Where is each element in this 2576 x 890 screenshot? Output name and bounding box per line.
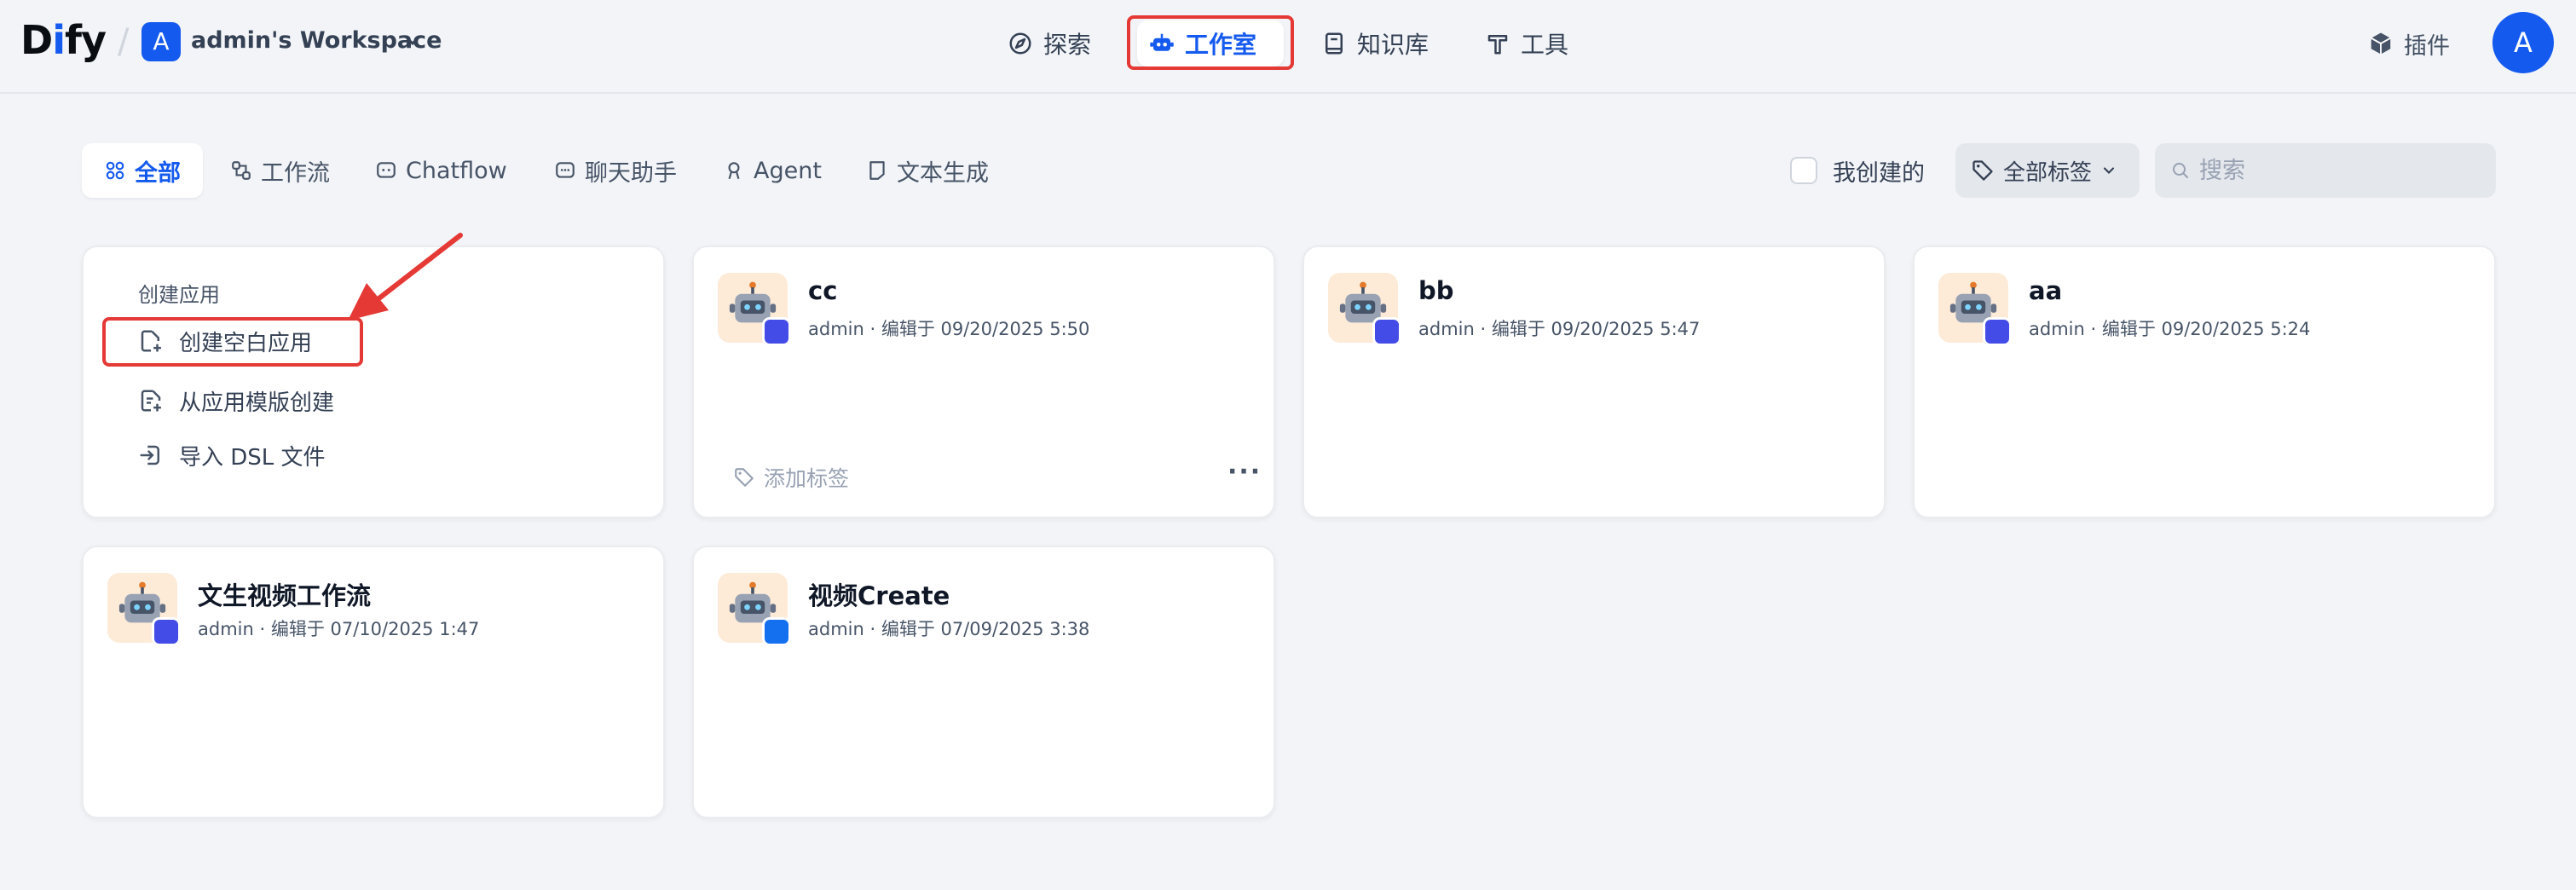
app-meta: admin · 编辑于 07/09/2025 3:38: [808, 619, 1090, 639]
hammer-icon: [1487, 35, 1508, 55]
tag-icon: [1972, 160, 1993, 181]
chat-badge-icon: [762, 617, 791, 646]
app-icon: [718, 273, 791, 346]
app-icon: [1938, 273, 2012, 346]
app-name: cc: [808, 276, 838, 305]
app-meta: admin · 编辑于 09/20/2025 5:24: [2029, 319, 2311, 339]
breadcrumb-separator: /: [118, 22, 130, 61]
tab-workflow[interactable]: 工作流: [208, 143, 352, 198]
tab-all[interactable]: 全部: [82, 143, 203, 198]
search-box[interactable]: [2155, 143, 2496, 198]
app-icon: [1328, 273, 1401, 346]
tab-chatflow[interactable]: Chatflow: [353, 143, 529, 198]
app-card[interactable]: bb admin · 编辑于 09/20/2025 5:47: [1302, 246, 1886, 518]
create-from-template-button[interactable]: 从应用模版创建: [138, 384, 334, 418]
nav-tools[interactable]: 工具: [1473, 20, 1580, 66]
workflow-badge-icon: [762, 317, 791, 346]
workflow-icon: [232, 161, 251, 180]
tab-workflow-label: 工作流: [261, 159, 330, 187]
app-icon: [107, 573, 181, 646]
tab-chatflow-label: Chatflow: [406, 157, 507, 184]
more-options-icon[interactable]: ···: [1227, 457, 1262, 487]
tab-agent[interactable]: Agent: [701, 143, 844, 198]
user-avatar[interactable]: A: [2492, 12, 2554, 73]
cube-icon: [2371, 32, 2391, 55]
grid-icon: [106, 161, 124, 180]
tab-agent-label: Agent: [754, 157, 822, 184]
chat-bubble-icon: [556, 162, 575, 178]
create-app-heading: 创建应用: [138, 283, 220, 307]
book-icon: [1326, 32, 1343, 55]
tag-filter-label: 全部标签: [2003, 159, 2093, 186]
chevron-down-icon[interactable]: [402, 24, 423, 58]
search-icon: [2173, 163, 2188, 178]
plugins-label: 插件: [2404, 32, 2450, 60]
highlight-box-studio: [1127, 15, 1294, 70]
app-card[interactable]: 文生视频工作流 admin · 编辑于 07/10/2025 1:47: [82, 546, 665, 818]
tab-completion[interactable]: 文本生成: [844, 143, 1011, 198]
app-card[interactable]: 视频Create admin · 编辑于 07/09/2025 3:38: [692, 546, 1275, 818]
highlight-box-create-blank: [102, 317, 363, 367]
file-import-icon: [140, 445, 159, 465]
nav-datasets-label: 知识库: [1357, 31, 1430, 59]
app-name: 视频Create: [808, 581, 950, 610]
tab-completion-label: 文本生成: [897, 159, 989, 187]
search-input[interactable]: [2199, 157, 2481, 184]
create-from-template-label: 从应用模版创建: [179, 390, 335, 416]
tag-icon: [735, 468, 754, 487]
app-icon: [718, 573, 791, 646]
import-dsl-label: 导入 DSL 文件: [179, 444, 326, 471]
plugins-button[interactable]: 插件: [2368, 20, 2450, 66]
created-by-me-checkbox[interactable]: [1790, 157, 1817, 184]
app-name: 文生视频工作流: [198, 581, 372, 610]
nav-datasets[interactable]: 知识库: [1309, 20, 1441, 66]
nav-explore-label: 探索: [1043, 31, 1092, 59]
app-name: aa: [2029, 276, 2063, 305]
app-name: bb: [1418, 276, 1454, 305]
app-meta: admin · 编辑于 07/10/2025 1:47: [198, 619, 480, 639]
document-icon: [869, 161, 885, 180]
workflow-badge-icon: [1983, 317, 2012, 346]
file-template-icon: [141, 390, 161, 412]
tab-chat-assistant[interactable]: 聊天助手: [532, 143, 699, 198]
workflow-badge-icon: [152, 617, 181, 646]
tab-all-label: 全部: [135, 159, 181, 187]
nav-tools-label: 工具: [1521, 31, 1569, 59]
add-tag-label: 添加标签: [764, 466, 850, 491]
dify-logo[interactable]: Dify: [20, 17, 107, 63]
app-meta: admin · 编辑于 09/20/2025 5:50: [808, 319, 1090, 339]
chat-bubble-icon: [377, 162, 396, 178]
created-by-me-label: 我创建的: [1833, 159, 1925, 187]
nav-explore[interactable]: 探索: [996, 20, 1103, 66]
agent-icon: [728, 162, 740, 180]
workspace-avatar[interactable]: A: [142, 22, 181, 61]
app-card[interactable]: cc admin · 编辑于 09/20/2025 5:50 添加标签 ···: [692, 246, 1275, 518]
created-by-me-filter[interactable]: 我创建的: [1790, 153, 1925, 188]
app-card[interactable]: aa admin · 编辑于 09/20/2025 5:24: [1913, 246, 2496, 518]
tag-filter-dropdown[interactable]: 全部标签: [1955, 143, 2140, 198]
add-tag-button[interactable]: 添加标签: [733, 462, 849, 493]
tab-chat-assistant-label: 聊天助手: [585, 159, 677, 187]
annotation-arrow: [348, 233, 463, 321]
chevron-down-icon: [2103, 167, 2115, 174]
workflow-badge-icon: [1372, 317, 1401, 346]
app-meta: admin · 编辑于 09/20/2025 5:47: [1418, 319, 1701, 339]
import-dsl-button[interactable]: 导入 DSL 文件: [138, 438, 326, 472]
top-header: Dify / A admin's Workspace 探索 工作室 知识库 工具…: [0, 0, 2576, 94]
compass-icon: [1009, 32, 1031, 55]
